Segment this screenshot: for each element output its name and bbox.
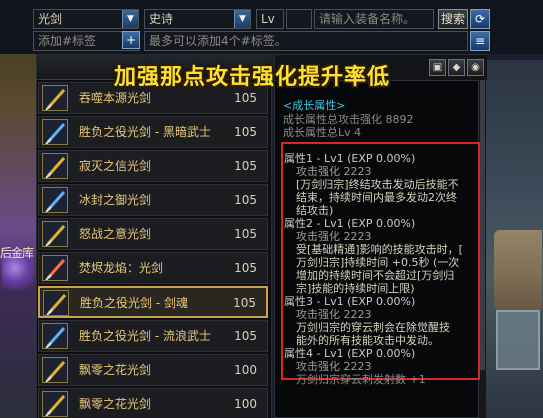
lightsaber-icon: [42, 119, 68, 145]
item-row[interactable]: 寂灭之信光剑 105: [38, 150, 268, 182]
search-placeholder: 请输入装备名称。: [319, 12, 416, 26]
lightsaber-icon: [42, 391, 68, 417]
item-row[interactable]: 胜负之役光剑 - 流浪武士 105: [38, 320, 268, 352]
lightsaber-icon: [42, 357, 68, 383]
level-prefix: Lv: [261, 12, 275, 26]
item-row[interactable]: 胜负之役光剑 - 黑暗武士 105: [38, 116, 268, 148]
item-level: 100: [234, 363, 257, 377]
item-name: 焚烬龙焰：光剑: [79, 261, 164, 275]
attribute-header: 属性2 - Lv1 (EXP 0.00%): [284, 217, 416, 230]
rarity-value: 史诗: [149, 12, 174, 26]
chevron-down-icon[interactable]: ▼: [234, 10, 250, 28]
weapon-type-value: 光剑: [38, 12, 63, 26]
lightsaber-icon: [42, 221, 68, 247]
refresh-icon[interactable]: ⟳: [470, 9, 490, 29]
attribute-attack-bonus: 攻击强化 2223: [296, 308, 372, 321]
item-level: 105: [233, 296, 256, 310]
attribute-description: [万剑归宗]终结攻击发动后技能不: [296, 178, 459, 191]
item-row[interactable]: 怒战之意光剑 105: [38, 218, 268, 250]
background-scene-left: 后金库: [0, 0, 36, 418]
attribute-description: 受[基础精通]影响的技能攻击时，[: [296, 243, 463, 256]
attribute-description: 万剑归宗穿云刺发射数 +1: [296, 373, 426, 386]
lightsaber-icon: [42, 187, 68, 213]
attribute-header: 属性1 - Lv1 (EXP 0.00%): [284, 152, 416, 165]
filter-bar: 光剑 ▼ 史诗 ▼ Lv 请输入装备名称。 搜索 ⟳ 添加#标签 + 最多可以添…: [0, 0, 543, 54]
level-min-input[interactable]: [286, 9, 312, 29]
lightsaber-icon: [42, 85, 68, 111]
item-row[interactable]: 飘零之花光剑 100: [38, 388, 268, 418]
item-level: 105: [234, 227, 257, 241]
pin-icon[interactable]: ◆: [448, 59, 465, 76]
eye-icon[interactable]: ◉: [467, 59, 484, 76]
background-scene-right: [486, 60, 543, 418]
tag-hint: 最多可以添加4个#标签。: [149, 34, 287, 48]
attribute-description: 万剑归宗的穿云刺会在除觉醒技: [296, 321, 450, 334]
search-input[interactable]: 请输入装备名称。: [314, 9, 434, 29]
search-button[interactable]: 搜索: [438, 9, 468, 29]
attribute-description: 结攻击): [296, 204, 334, 217]
growth-title: <成长属性>: [283, 99, 346, 112]
item-name: 飘零之花光剑: [79, 397, 152, 411]
item-row[interactable]: 冰封之御光剑 105: [38, 184, 268, 216]
scrollbar-thumb[interactable]: [480, 80, 485, 370]
chevron-down-icon[interactable]: ▼: [122, 10, 138, 28]
item-level: 105: [234, 329, 257, 343]
attribute-description: 能外的所有技能攻击中发动。: [296, 334, 439, 347]
add-tag-button[interactable]: +: [122, 31, 140, 49]
banner-caption: 加强那点攻击强化提升率低: [114, 65, 391, 90]
attribute-attack-bonus: 攻击强化 2223: [296, 360, 372, 373]
list-icon[interactable]: ≡: [470, 31, 490, 51]
tag-placeholder: 添加#标签: [38, 34, 97, 48]
lightsaber-icon: [42, 255, 68, 281]
attribute-description: 宗]技能的持续时间上限): [296, 282, 415, 295]
item-row[interactable]: 胜负之役光剑 - 剑魂 105: [38, 286, 268, 318]
level-label: Lv: [256, 9, 284, 29]
background-sign: 后金库: [0, 246, 34, 260]
item-level: 105: [234, 193, 257, 207]
item-name: 胜负之役光剑 - 黑暗武士: [79, 125, 211, 139]
attribute-description: 结束，持续时间内最多发动2次终: [296, 191, 457, 204]
item-row[interactable]: 飘零之花光剑 100: [38, 354, 268, 386]
compare-icon[interactable]: ▣: [429, 59, 446, 76]
attribute-attack-bonus: 攻击强化 2223: [296, 165, 372, 178]
item-level: 100: [234, 397, 257, 411]
growth-total-attack: 成长属性总攻击强化 8892: [283, 113, 414, 126]
growth-total-level: 成长属性总Lv 4: [283, 126, 362, 139]
background-ship: [494, 230, 542, 310]
background-crate: [496, 310, 540, 370]
item-name: 胜负之役光剑 - 剑魂: [80, 296, 188, 310]
item-name: 胜负之役光剑 - 流浪武士: [79, 329, 211, 343]
lightsaber-icon: [42, 323, 68, 349]
item-level: 105: [234, 159, 257, 173]
attribute-description: 万剑归宗]持续时间 +0.5秒 (一次: [296, 256, 460, 269]
tag-hint-field: 最多可以添加4个#标签。: [144, 31, 468, 51]
lightsaber-icon: [43, 290, 69, 316]
weapon-type-select[interactable]: 光剑 ▼: [33, 9, 139, 29]
attribute-header: 属性3 - Lv1 (EXP 0.00%): [284, 295, 416, 308]
item-name: 怒战之意光剑: [79, 227, 152, 241]
attribute-description: 增加的持续时间不会超过[万剑归: [296, 269, 455, 282]
attribute-header: 属性4 - Lv1 (EXP 0.00%): [284, 347, 416, 360]
rarity-select[interactable]: 史诗 ▼: [144, 9, 251, 29]
attribute-attack-bonus: 攻击强化 2223: [296, 230, 372, 243]
item-name: 冰封之御光剑: [79, 193, 152, 207]
item-name: 寂灭之信光剑: [79, 159, 152, 173]
item-level: 105: [234, 261, 257, 275]
item-level: 105: [234, 125, 257, 139]
lightsaber-icon: [42, 153, 68, 179]
item-name: 飘零之花光剑: [79, 363, 152, 377]
item-row[interactable]: 焚烬龙焰：光剑 105: [38, 252, 268, 284]
